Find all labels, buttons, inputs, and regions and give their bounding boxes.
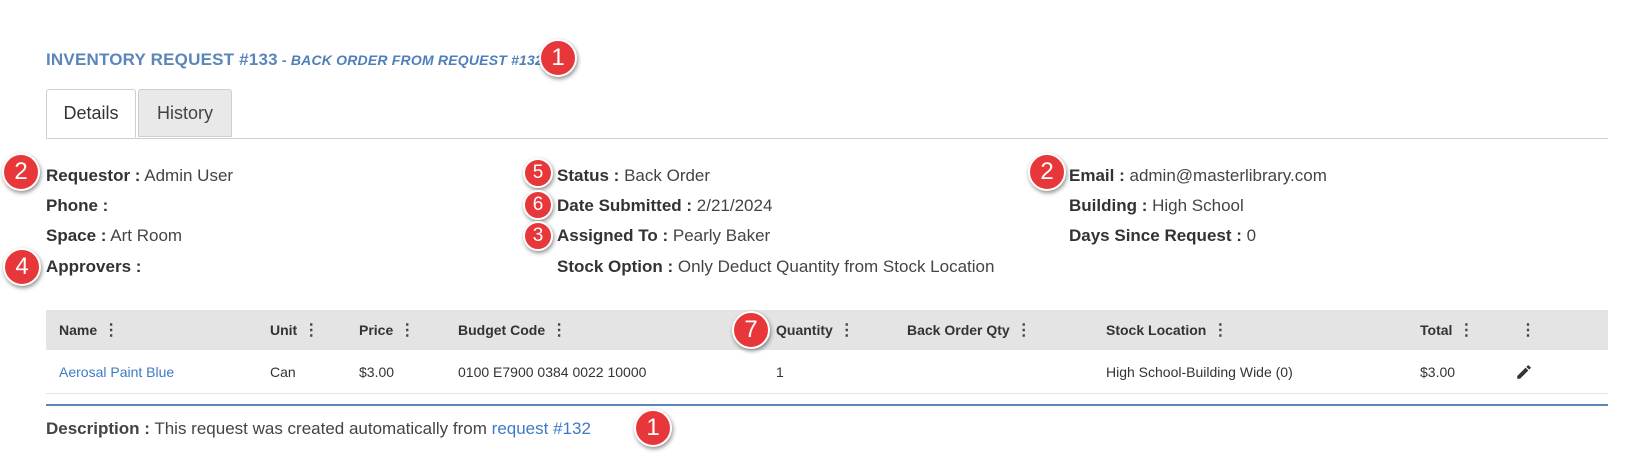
annotation-marker: 4 — [3, 248, 41, 286]
tab-history[interactable]: History — [138, 89, 232, 137]
space-label: Space : — [46, 226, 107, 245]
page-title: INVENTORY REQUEST #133 - BACK ORDER FROM… — [46, 50, 543, 70]
description-label: Description : — [46, 419, 150, 438]
stock-option-value: Only Deduct Quantity from Stock Location — [677, 257, 995, 276]
column-label: Unit — [270, 322, 298, 338]
approvers-field: Approvers : — [46, 257, 141, 277]
annotation-marker: 6 — [523, 190, 553, 220]
section-divider — [46, 404, 1608, 406]
stock-option-label: Stock Option : — [557, 257, 674, 276]
row-divider — [46, 393, 1608, 394]
column-header-stock-location[interactable]: Stock Location ⋮ — [1106, 310, 1228, 350]
column-header-price[interactable]: Price ⋮ — [359, 310, 415, 350]
item-unit: Can — [270, 364, 296, 380]
annotation-marker: 1 — [539, 39, 577, 77]
request-title: INVENTORY REQUEST #133 — [46, 50, 278, 69]
stock-option-field: Stock Option : Only Deduct Quantity from… — [557, 257, 994, 277]
column-label: Name — [59, 322, 98, 338]
email-label: Email : — [1069, 166, 1125, 185]
column-header-budget-code[interactable]: Budget Code ⋮ — [458, 310, 567, 350]
space-value: Art Room — [110, 226, 183, 245]
requestor-label: Requestor : — [46, 166, 141, 185]
email-field: Email : admin@masterlibrary.com — [1069, 166, 1327, 186]
column-header-total[interactable]: Total ⋮ — [1420, 310, 1474, 350]
date-submitted-field: Date Submitted : 2/21/2024 — [557, 196, 772, 216]
column-label: Total — [1420, 322, 1453, 338]
annotation-marker: 5 — [523, 158, 553, 188]
status-value: Back Order — [624, 166, 711, 185]
space-field: Space : Art Room — [46, 226, 182, 246]
description: Description : This request was created a… — [46, 419, 591, 439]
column-header-back-order-qty[interactable]: Back Order Qty ⋮ — [907, 310, 1032, 350]
annotation-marker: 1 — [634, 409, 672, 447]
building-value: High School — [1152, 196, 1244, 215]
date-submitted-label: Date Submitted : — [557, 196, 693, 215]
column-header-unit[interactable]: Unit ⋮ — [270, 310, 319, 350]
status-field: Status : Back Order — [557, 166, 710, 186]
column-header-quantity[interactable]: Quantity ⋮ — [776, 310, 855, 350]
status-label: Status : — [557, 166, 620, 185]
column-menu-icon[interactable]: ⋮ — [103, 320, 119, 340]
column-menu-icon[interactable]: ⋮ — [1016, 320, 1032, 340]
days-since-label: Days Since Request : — [1069, 226, 1242, 245]
annotation-marker: 2 — [1028, 153, 1066, 191]
column-menu-icon[interactable]: ⋮ — [1458, 320, 1474, 340]
building-field: Building : High School — [1069, 196, 1244, 216]
approvers-label: Approvers : — [46, 257, 142, 276]
tab-details[interactable]: Details — [46, 89, 136, 138]
column-header-name[interactable]: Name ⋮ — [59, 310, 119, 350]
date-submitted-value: 2/21/2024 — [696, 196, 773, 215]
assigned-to-label: Assigned To : — [557, 226, 669, 245]
request-subtitle: - BACK ORDER FROM REQUEST #132 — [277, 52, 544, 68]
item-price: $3.00 — [359, 364, 395, 380]
item-budget-code: 0100 E7900 0384 0022 10000 — [458, 364, 647, 380]
tabs-divider — [46, 138, 1608, 139]
annotation-marker: 7 — [732, 311, 770, 349]
annotation-marker: 3 — [523, 221, 553, 251]
phone-label: Phone : — [46, 196, 109, 215]
source-request-link[interactable]: request #132 — [492, 419, 591, 438]
column-menu-icon[interactable]: ⋮ — [1212, 320, 1228, 340]
assigned-to-value: Pearly Baker — [672, 226, 771, 245]
item-stock-location: High School-Building Wide (0) — [1106, 364, 1293, 380]
column-label: Price — [359, 322, 394, 338]
item-quantity: 1 — [776, 364, 784, 380]
column-menu-icon[interactable]: ⋮ — [839, 320, 855, 340]
column-menu-icon[interactable]: ⋮ — [399, 320, 415, 340]
building-label: Building : — [1069, 196, 1148, 215]
column-label: Budget Code — [458, 322, 546, 338]
annotation-marker: 2 — [2, 153, 40, 191]
assigned-to-field: Assigned To : Pearly Baker — [557, 226, 770, 246]
phone-field: Phone : — [46, 196, 108, 216]
requestor-value: Admin User — [144, 166, 234, 185]
days-since-request-field: Days Since Request : 0 — [1069, 226, 1256, 246]
pencil-icon[interactable] — [1515, 352, 1533, 392]
column-menu-icon[interactable]: ⋮ — [551, 320, 567, 340]
column-label: Stock Location — [1106, 322, 1207, 338]
email-value: admin@masterlibrary.com — [1129, 166, 1327, 185]
pencil-icon-svg — [1517, 365, 1531, 379]
column-menu-icon[interactable]: ⋮ — [303, 320, 319, 340]
days-since-value: 0 — [1246, 226, 1257, 245]
requestor-field: Requestor : Admin User — [46, 166, 233, 186]
item-total: $3.00 — [1420, 364, 1456, 380]
description-text: This request was created automatically f… — [154, 419, 487, 438]
column-label: Quantity — [776, 322, 833, 338]
column-menu-icon[interactable]: ⋮ — [1520, 320, 1536, 340]
column-label: Back Order Qty — [907, 322, 1010, 338]
item-name-link[interactable]: Aerosal Paint Blue — [59, 352, 174, 392]
column-header-actions[interactable]: ⋮ — [1520, 310, 1536, 350]
